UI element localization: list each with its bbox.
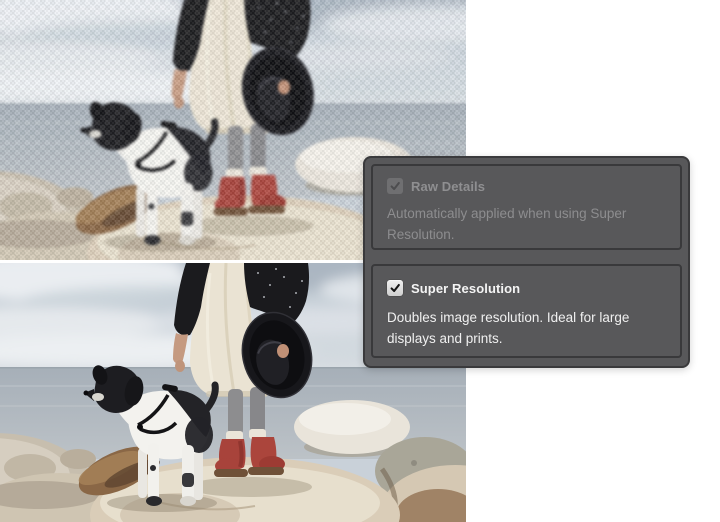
super-resolution-description: Doubles image resolution. Ideal for larg… [387, 310, 630, 346]
raw-details-option: Raw Details Automatically applied when u… [371, 164, 682, 250]
raw-details-label: Raw Details [411, 178, 486, 194]
enhance-options-panel: Raw Details Automatically applied when u… [363, 156, 690, 368]
super-resolution-label[interactable]: Super Resolution [411, 281, 520, 296]
super-resolution-header[interactable]: Super Resolution [387, 280, 666, 296]
raw-details-checkbox [387, 178, 403, 194]
super-resolution-option: Super Resolution Doubles image resolutio… [371, 264, 682, 358]
check-icon [390, 283, 400, 293]
raw-details-header: Raw Details [387, 178, 666, 194]
raw-details-description: Automatically applied when using Super R… [387, 206, 627, 242]
check-icon [390, 181, 400, 191]
super-resolution-checkbox[interactable] [387, 280, 403, 296]
enhance-preview-stage: Raw Details Automatically applied when u… [0, 0, 720, 522]
